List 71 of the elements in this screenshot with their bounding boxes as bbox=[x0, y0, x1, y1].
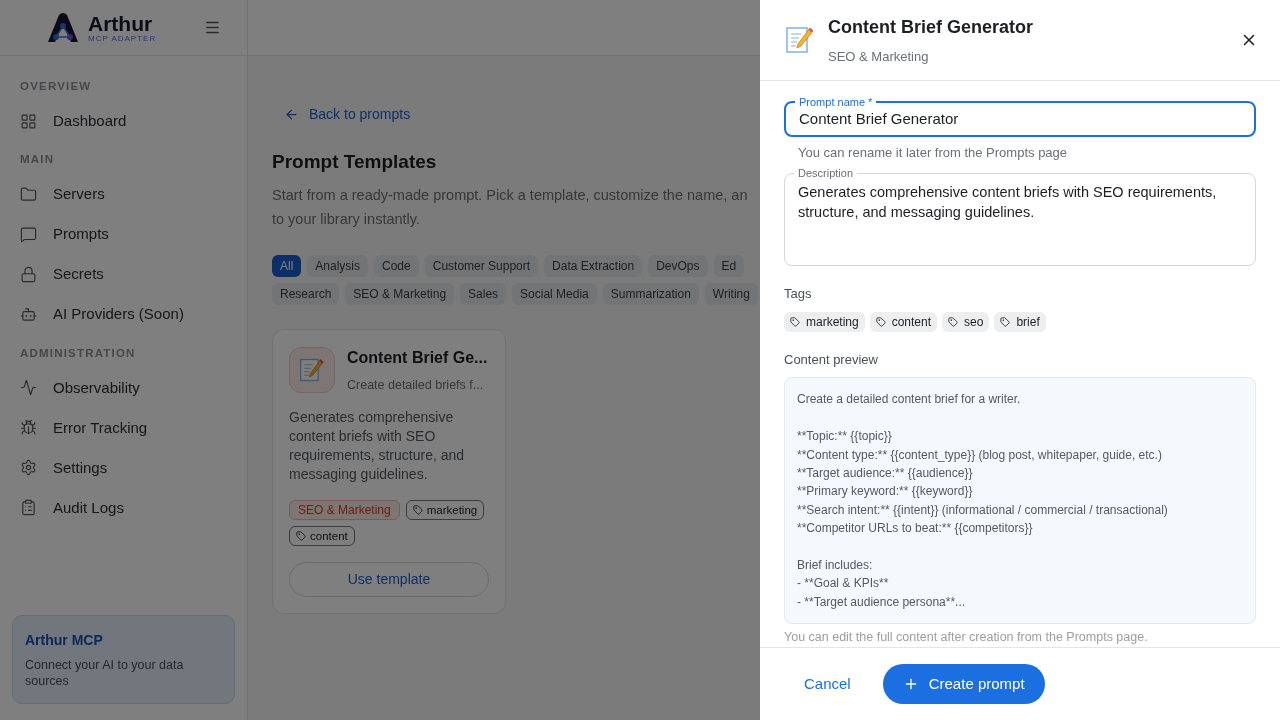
filter-chip[interactable]: Data Extraction bbox=[544, 254, 643, 277]
preview-note: You can edit the full content after creation from the Prompts page. bbox=[784, 629, 1149, 647]
sidebar-item[interactable]: Prompts bbox=[20, 214, 227, 255]
content-preview: Create a detailed content brief for a writer. **Topic:** {{topic}} **Content type:** {{content_type}} (blog post, whitepaper, guide, etc.) **Target audience:** {{audience}} **Primary keyword:** {{keyword}} **Search intent:** {{intent}} (informational / commercial / transactional) **Competitor URLs to beat:** {{competitors}} Brief includes: - **Goal & KPIs** - **Target audience persona**... bbox=[784, 377, 1256, 625]
filter-chip[interactable]: Writing bbox=[704, 282, 758, 305]
dashboard-icon bbox=[20, 112, 37, 130]
back-link[interactable]: Back to prompts bbox=[272, 102, 760, 126]
sidebar-item[interactable]: Secrets bbox=[20, 254, 227, 295]
filter-chip[interactable]: Sales bbox=[460, 282, 507, 305]
promo-title: Arthur MCP bbox=[25, 631, 104, 650]
tag: marketing bbox=[405, 500, 485, 521]
preview-label: Content preview bbox=[784, 350, 879, 369]
drawer-title: Content Brief Generator bbox=[828, 15, 1034, 39]
message-icon bbox=[20, 226, 37, 243]
bug-icon bbox=[20, 419, 37, 437]
card-subtitle: Create detailed briefs f... bbox=[347, 376, 485, 394]
pulse-icon bbox=[20, 379, 37, 397]
tag: content bbox=[869, 311, 938, 332]
tag-icon bbox=[296, 531, 306, 542]
create-prompt-button[interactable]: Create prompt bbox=[882, 664, 1045, 704]
filter-chip[interactable]: All bbox=[272, 254, 302, 277]
lock-icon bbox=[20, 266, 37, 283]
filter-chip[interactable]: Customer Support bbox=[424, 254, 539, 277]
section-heading: ADMINISTRATION bbox=[20, 345, 137, 361]
tag: marketing bbox=[784, 311, 865, 332]
settings-icon bbox=[20, 459, 37, 477]
card-description: Generates comprehensive content briefs with SEO requirements, structure, and messaging guidelines. bbox=[289, 408, 466, 485]
promo-text: Connect your AI to your data sources bbox=[25, 657, 185, 689]
filter-chip[interactable]: SEO & Marketing bbox=[345, 282, 455, 305]
modal-backdrop[interactable] bbox=[0, 0, 760, 720]
page-title: Prompt Templates bbox=[272, 150, 438, 174]
page-description: to your library instantly. bbox=[272, 209, 421, 229]
brand-subtitle: MCP ADAPTER bbox=[88, 34, 157, 43]
tag-icon bbox=[875, 316, 886, 327]
sidebar-item[interactable]: Observability bbox=[20, 367, 227, 408]
filter-chip[interactable]: Analysis bbox=[307, 254, 369, 277]
filter-chip[interactable]: DevOps bbox=[648, 254, 708, 277]
section-heading: OVERVIEW bbox=[20, 79, 93, 94]
robot-icon bbox=[20, 306, 37, 323]
sidebar-item[interactable]: Dashboard bbox=[20, 101, 227, 142]
filter-chip[interactable]: Code bbox=[374, 254, 419, 277]
sidebar-item[interactable]: Servers bbox=[20, 174, 227, 215]
sidebar-item[interactable]: Settings bbox=[20, 447, 227, 488]
tag: seo bbox=[942, 311, 990, 332]
tags-label: Tags bbox=[784, 285, 813, 304]
filter-chip[interactable]: Ed bbox=[713, 254, 745, 277]
description-text: Generates comprehensive content briefs with SEO requirements, structure, and messaging guidelines. bbox=[798, 182, 1218, 222]
brand-name: Arthur bbox=[88, 12, 154, 34]
filter-chip[interactable]: Research bbox=[272, 282, 340, 305]
drawer-subtitle: SEO & Marketing bbox=[828, 47, 930, 66]
sidebar-item[interactable]: AI Providers (Soon) bbox=[20, 294, 227, 335]
sidebar-item[interactable]: Audit Logs bbox=[20, 487, 227, 528]
sidebar-item[interactable]: Error Tracking bbox=[20, 407, 227, 448]
category-tag: SEO & Marketing bbox=[289, 500, 400, 521]
section-heading: MAIN bbox=[20, 152, 56, 168]
page-description: Start from a ready-made prompt. Pick a template, customize the name, an bbox=[272, 185, 749, 205]
tag-icon bbox=[790, 316, 800, 327]
clipboard-icon bbox=[20, 499, 37, 517]
tag-icon bbox=[1000, 316, 1011, 327]
tag: brief bbox=[994, 311, 1046, 332]
tag-icon bbox=[948, 316, 959, 327]
field-hint: You can rename it later from the Prompts page bbox=[798, 144, 1069, 163]
tag: content bbox=[289, 526, 355, 547]
tag-icon bbox=[412, 505, 423, 516]
cancel-button[interactable]: Cancel bbox=[784, 664, 871, 704]
filter-chip[interactable]: Summarization bbox=[602, 282, 699, 305]
filter-chip[interactable]: Social Media bbox=[512, 282, 597, 305]
memo-icon bbox=[784, 24, 816, 56]
card-title: Content Brief Ge... bbox=[347, 347, 488, 368]
folder-icon bbox=[20, 186, 37, 203]
menu-button[interactable] bbox=[204, 19, 221, 36]
